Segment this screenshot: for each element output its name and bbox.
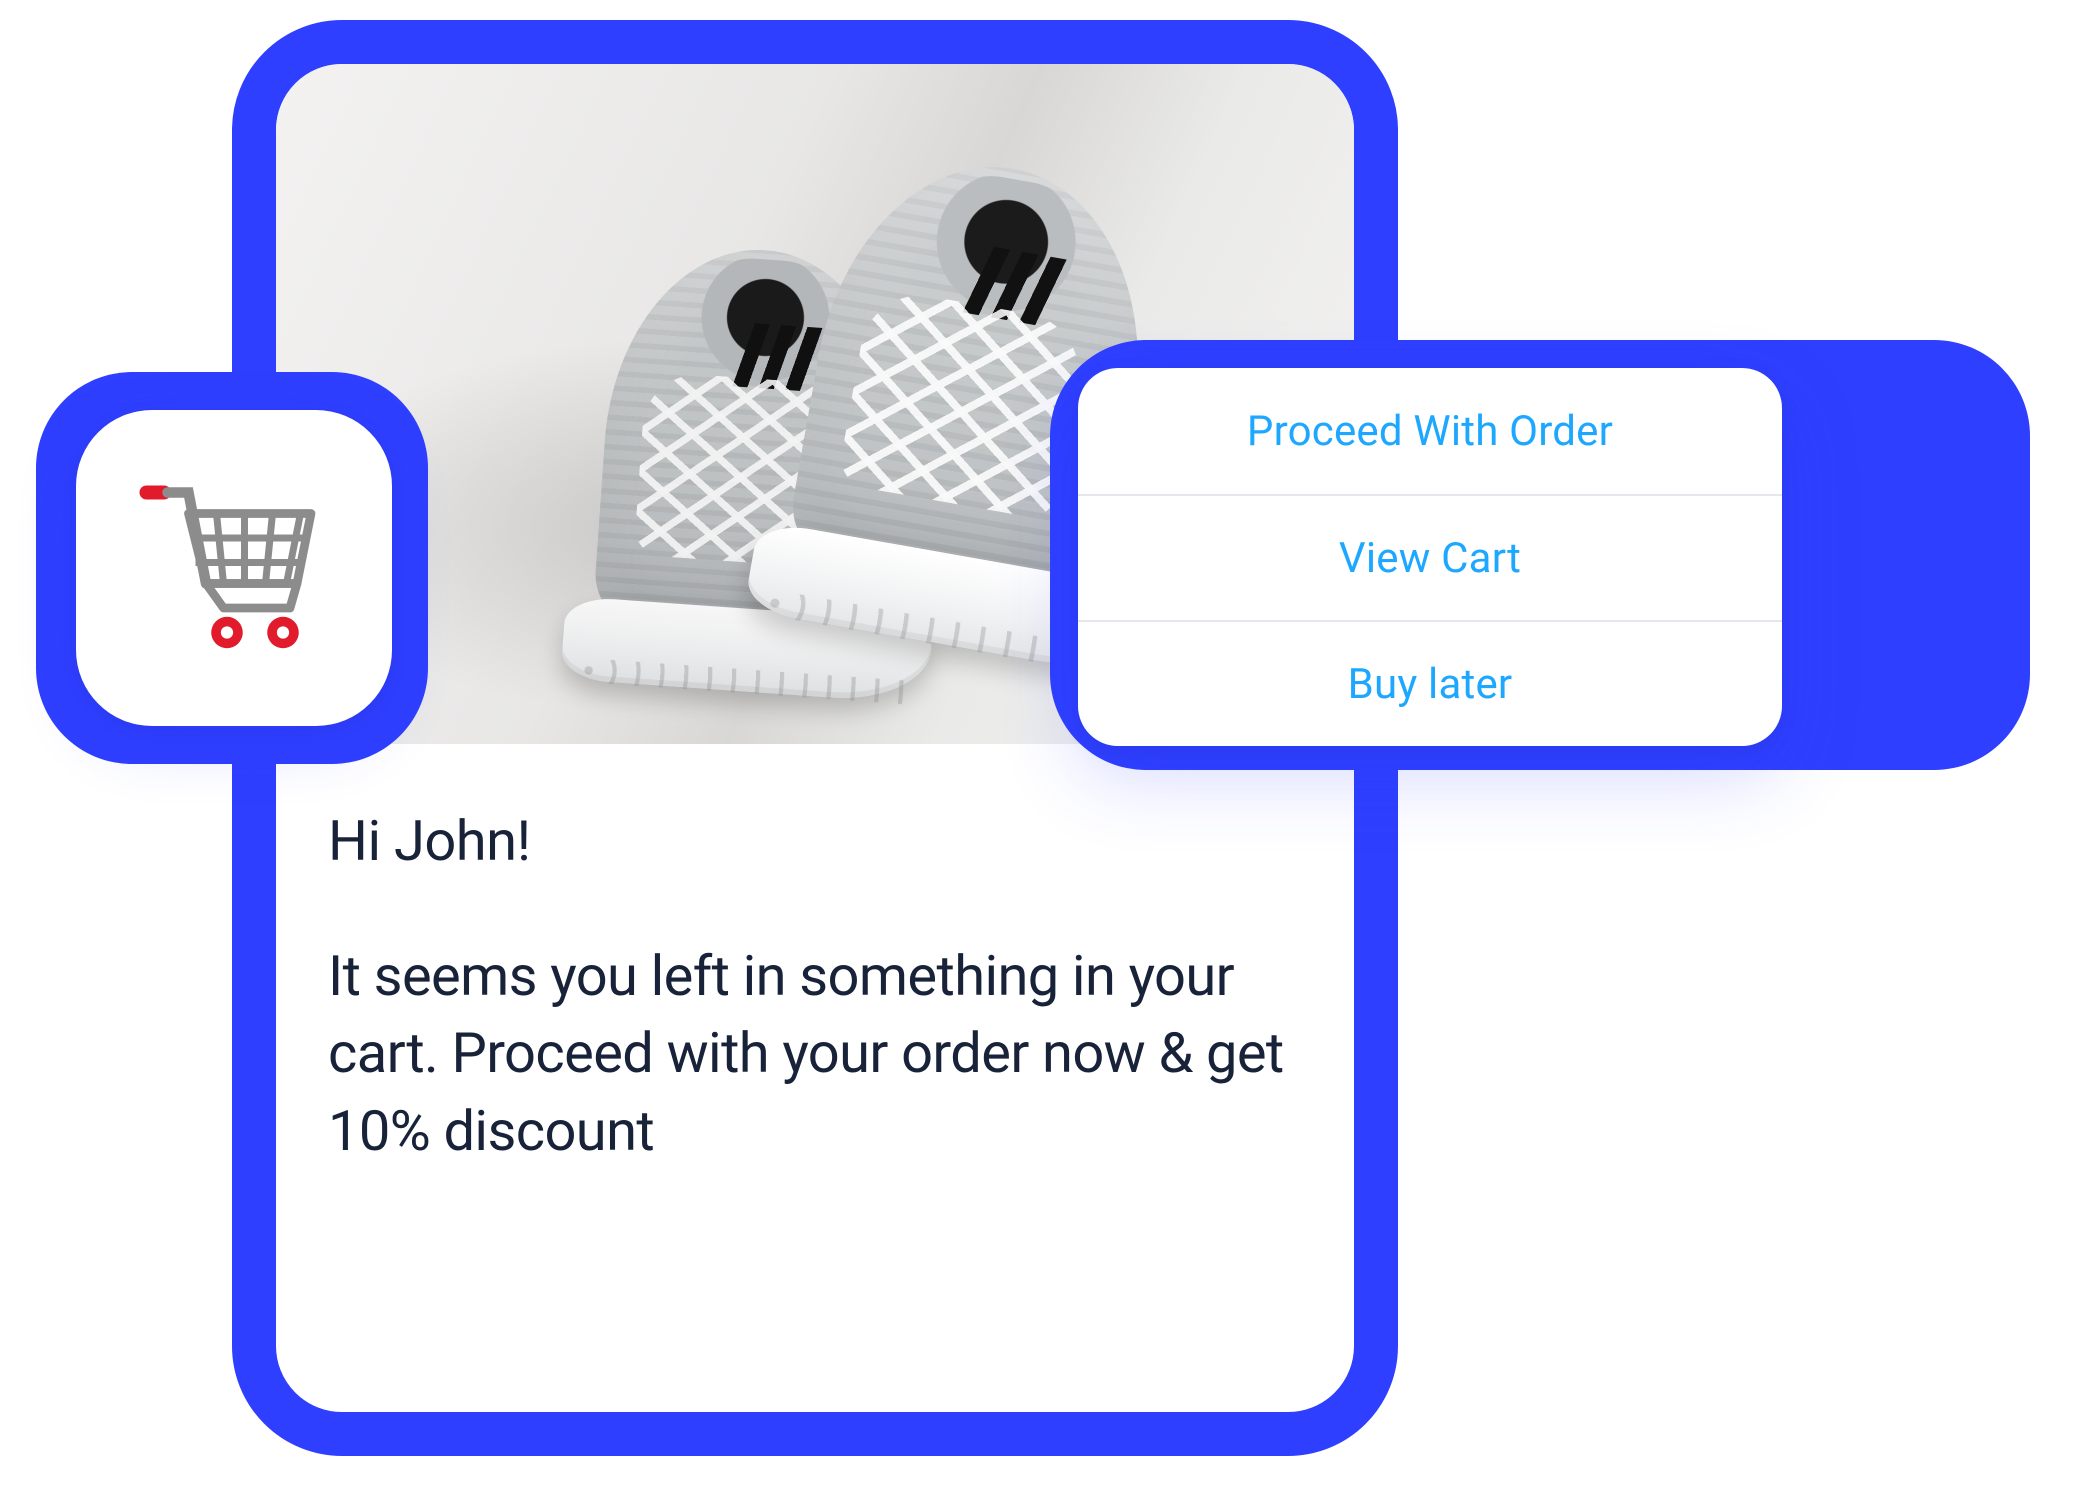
greeting-text: Hi John! xyxy=(328,808,1302,874)
cart-tile[interactable] xyxy=(76,410,392,726)
message-body: Hi John! It seems you left in something … xyxy=(276,744,1354,1210)
body-text: It seems you left in something in your c… xyxy=(328,938,1302,1170)
action-buy-later[interactable]: Buy later xyxy=(1078,620,1782,746)
action-view-cart[interactable]: View Cart xyxy=(1078,494,1782,620)
action-proceed-with-order[interactable]: Proceed With Order xyxy=(1078,368,1782,494)
shopping-cart-icon xyxy=(129,461,339,675)
actions-menu: Proceed With Order View Cart Buy later xyxy=(1078,368,1782,746)
